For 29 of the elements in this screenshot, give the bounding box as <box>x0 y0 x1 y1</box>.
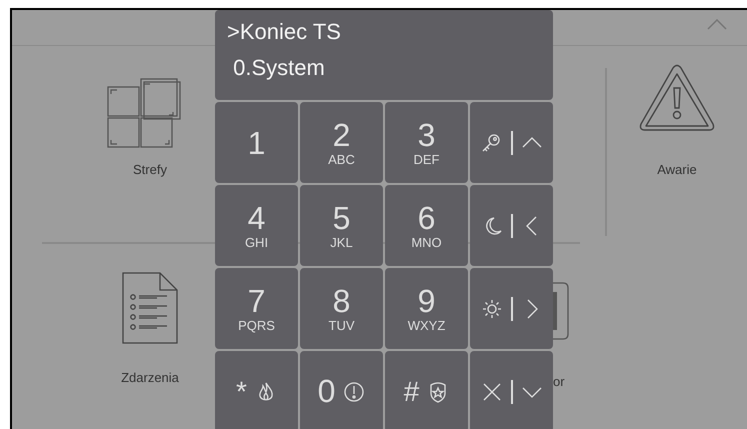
keypad-key[interactable]: 9 WXYZ <box>385 268 468 349</box>
keypad-key[interactable]: * <box>215 351 298 429</box>
display-text: >Koniec TS <box>227 18 342 46</box>
sun-icon <box>480 298 502 320</box>
chevron-up-icon[interactable] <box>707 19 727 30</box>
menu-item-label[interactable]: Zdarzenia <box>121 370 179 385</box>
menu-item-label[interactable]: Strefy <box>133 162 167 177</box>
keypad-key[interactable]: 8 TUV <box>300 268 383 349</box>
rounded-rectangle-icon[interactable] <box>553 282 569 340</box>
keypad-key[interactable] <box>470 185 553 266</box>
display-text: 0.System <box>232 54 326 82</box>
keypad-key[interactable]: 0 <box>300 351 383 429</box>
cross-icon <box>480 380 502 402</box>
keypad-key[interactable]: 6 MNO <box>385 185 468 266</box>
keypad-key[interactable]: # <box>385 351 468 429</box>
menu-item-label[interactable]: Awarie <box>657 162 697 177</box>
keypad-key[interactable] <box>470 268 553 349</box>
menu-item-label[interactable]: or <box>553 374 565 389</box>
keypad-key[interactable]: 4 GHI <box>215 185 298 266</box>
key-icon <box>480 132 502 154</box>
document-list-icon[interactable] <box>122 272 178 344</box>
keypad-key[interactable]: 3 DEF <box>385 102 468 183</box>
keypad-key[interactable]: 5 JKL <box>300 185 383 266</box>
exclamation-circle-icon <box>343 380 366 402</box>
keypad-key[interactable]: 1 <box>215 102 298 183</box>
keypad-key[interactable]: 2 ABC <box>300 102 383 183</box>
keypad-key[interactable]: 7 PQRS <box>215 268 298 349</box>
keypad-key[interactable] <box>470 102 553 183</box>
keypad-key[interactable] <box>470 351 553 429</box>
